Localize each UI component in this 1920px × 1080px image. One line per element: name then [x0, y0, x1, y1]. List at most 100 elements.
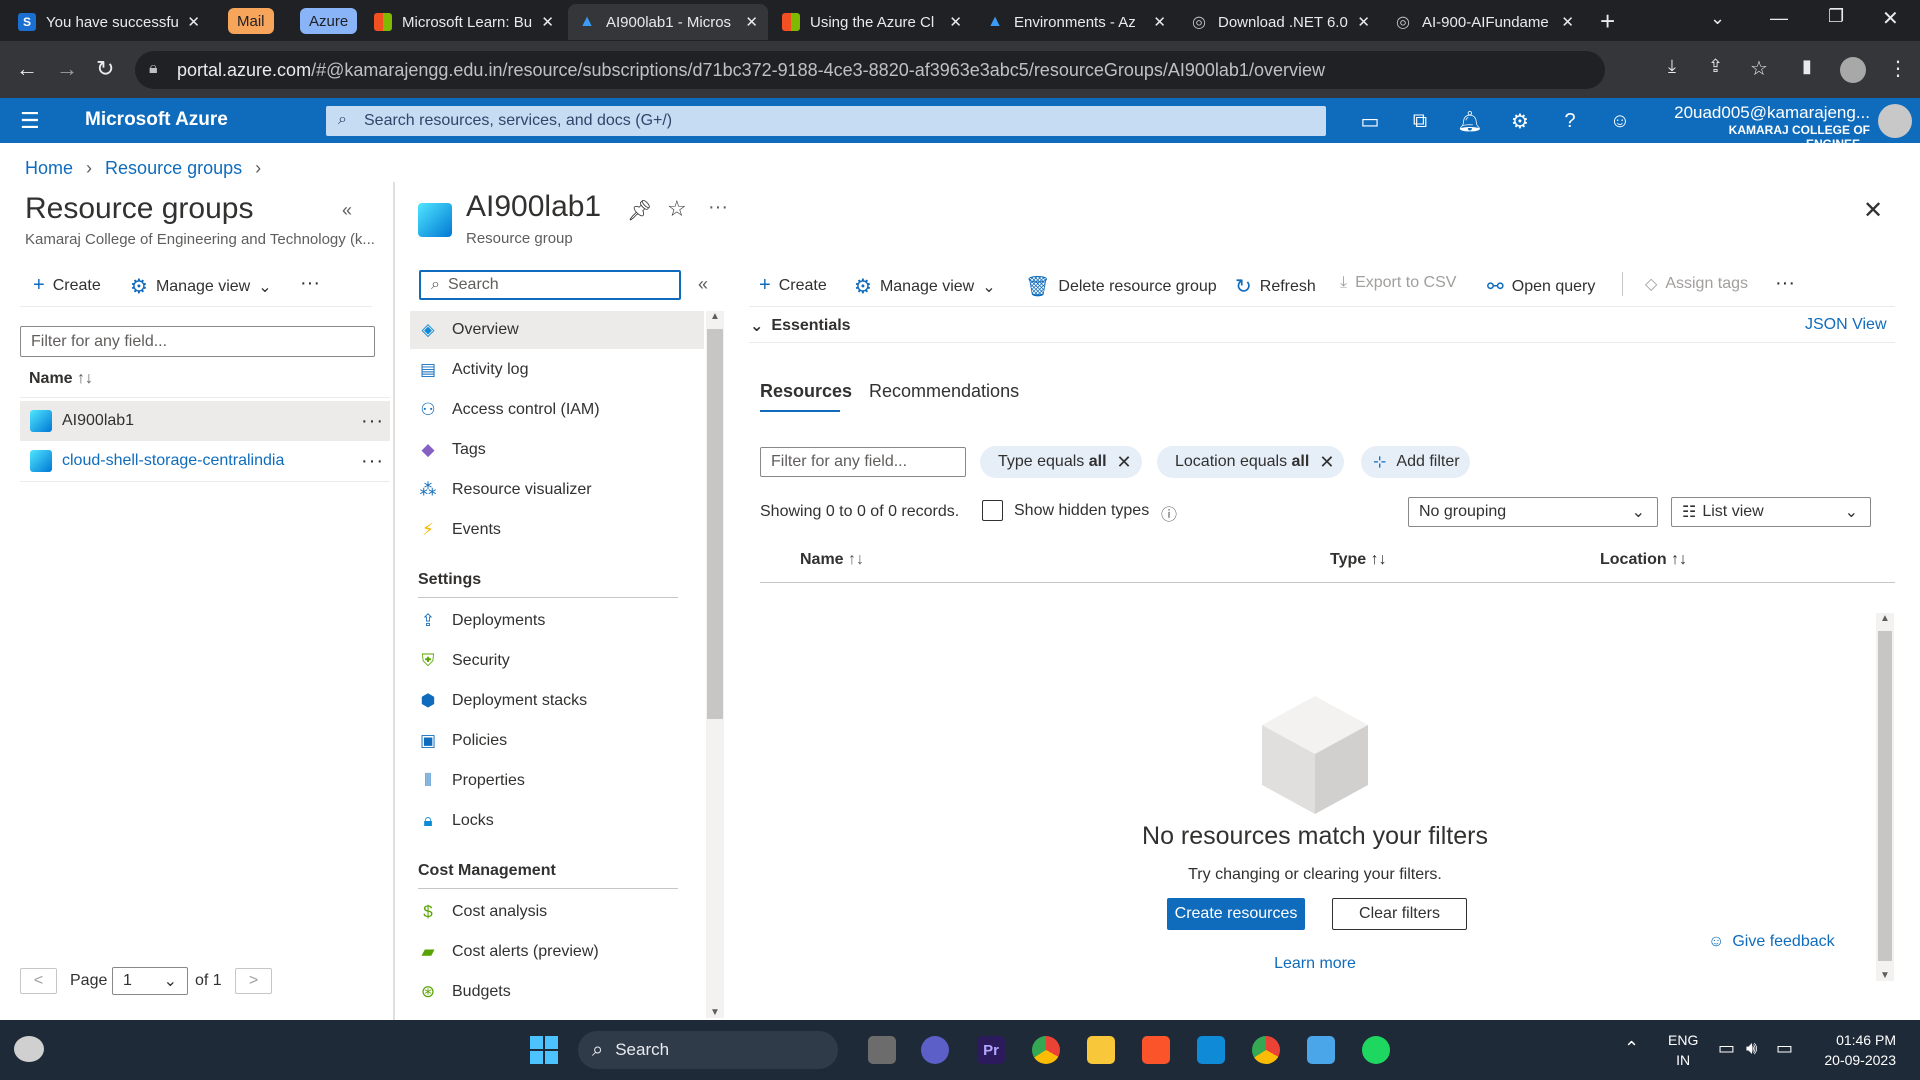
list-item[interactable]: AI900lab1 ··· [20, 401, 390, 441]
close-icon[interactable]: ✕ [1153, 13, 1166, 31]
close-icon[interactable]: ✕ [541, 13, 554, 31]
browser-menu-icon[interactable]: ⋮ [1888, 56, 1908, 81]
menu-item-locks[interactable]: 🔒︎ Locks [418, 802, 680, 840]
browser-tab-active[interactable]: ▲ AI900lab1 - Micros ✕ [568, 4, 768, 40]
spotify-icon[interactable] [1362, 1036, 1390, 1064]
menu-item-access-control[interactable]: ⚇ Access control (IAM) [418, 391, 680, 429]
scroll-down-icon[interactable]: ▼ [706, 1007, 724, 1018]
content-scrollbar[interactable]: ▲ ▼ [1876, 613, 1894, 981]
view-select[interactable]: ☷ List view ⌄ [1671, 497, 1871, 527]
chevron-up-icon[interactable]: ⌃ [1624, 1038, 1639, 1059]
delete-resource-group-button[interactable]: 🗑︎ Delete resource group [1025, 274, 1217, 299]
column-type[interactable]: Type ↑↓ [1330, 551, 1387, 569]
export-csv-button[interactable]: ⤓ Export to CSV [1340, 274, 1456, 292]
tab-resources[interactable]: Resources [760, 381, 852, 402]
scrollbar-thumb[interactable] [707, 329, 723, 719]
show-hidden-checkbox[interactable] [982, 500, 1003, 521]
vscode-icon[interactable] [1197, 1036, 1225, 1064]
task-view-icon[interactable] [868, 1036, 896, 1064]
bookmark-star-icon[interactable]: ☆ [1750, 56, 1768, 81]
toolbar-manage-view-button[interactable]: ⚙ Manage view ⌄ [854, 274, 996, 299]
browser-tab[interactable]: ◎ AI-900-AIFundame ✕ [1384, 4, 1584, 40]
forward-icon[interactable]: → [56, 56, 78, 82]
manage-view-button[interactable]: ⚙ Manage view ⌄ [130, 274, 272, 299]
menu-item-properties[interactable]: ⦀ Properties [418, 762, 680, 800]
close-icon[interactable]: ✕ [1319, 452, 1334, 473]
weather-icon[interactable] [14, 1036, 44, 1062]
page-select[interactable]: 1 ⌄ [112, 967, 188, 995]
menu-item-policies[interactable]: ▣ Policies [418, 722, 680, 760]
menu-item-security[interactable]: ⛨ Security [418, 642, 680, 680]
close-icon[interactable]: ✕ [1561, 13, 1574, 31]
chrome-profile-icon[interactable] [1252, 1036, 1280, 1064]
new-tab-button[interactable]: + [1600, 6, 1615, 37]
menu-scrollbar[interactable]: ▲ ▼ [706, 311, 724, 1018]
menu-item-resource-visualizer[interactable]: ⁂ Resource visualizer [418, 471, 680, 509]
json-view-link[interactable]: JSON View [1805, 316, 1887, 334]
open-query-button[interactable]: ⚯ Open query [1487, 274, 1595, 299]
help-icon[interactable]: ? [1555, 107, 1585, 135]
cloud-shell-icon[interactable]: ▭ [1355, 107, 1385, 135]
assign-tags-button[interactable]: ◇ Assign tags [1645, 274, 1748, 294]
type-filter-pill[interactable]: Type equals all ✕ [980, 446, 1142, 478]
close-icon[interactable]: ✕ [187, 13, 200, 31]
give-feedback-link[interactable]: ☺ Give feedback [1708, 933, 1835, 951]
more-icon[interactable]: ··· [361, 450, 384, 473]
tab-group-azure[interactable]: Azure [300, 8, 358, 34]
menu-item-budgets[interactable]: ⊛ Budgets [418, 973, 680, 1011]
scroll-up-icon[interactable]: ▲ [1876, 613, 1894, 624]
menu-item-events[interactable]: ⚡︎ Events [418, 511, 680, 549]
address-bar[interactable]: 🔒︎ portal.azure.com/#@kamarajengg.edu.in… [135, 51, 1605, 89]
settings-gear-icon[interactable]: ⚙ [1505, 107, 1535, 135]
menu-item-deployment-stacks[interactable]: ⬢ Deployment stacks [418, 682, 680, 720]
file-explorer-icon[interactable] [1087, 1036, 1115, 1064]
browser-tab[interactable]: Using the Azure Cl ✕ [772, 4, 972, 40]
more-icon[interactable]: ··· [361, 410, 384, 433]
essentials-toggle[interactable]: ⌄ Essentials [750, 316, 851, 336]
hamburger-icon[interactable]: ☰ [20, 108, 40, 134]
close-icon[interactable]: ✕ [745, 13, 758, 31]
account-info[interactable]: 20uad005@kamarajeng... KAMARAJ COLLEGE O… [1670, 103, 1870, 151]
prev-page-button[interactable]: < [20, 968, 57, 994]
volume-icon[interactable]: 🔊︎ [1746, 1038, 1757, 1059]
brave-icon[interactable] [1142, 1036, 1170, 1064]
directory-filter-icon[interactable]: ⧉ [1405, 107, 1435, 135]
location-filter-pill[interactable]: Location equals all ✕ [1157, 446, 1345, 478]
notepad-icon[interactable] [1307, 1036, 1335, 1064]
grouping-select[interactable]: No grouping ⌄ [1408, 497, 1658, 527]
clock[interactable]: 01:46 PM 20-09-2023 [1806, 1030, 1896, 1070]
scroll-up-icon[interactable]: ▲ [706, 311, 724, 322]
profile-avatar[interactable] [1840, 57, 1866, 83]
menu-item-cost-alerts[interactable]: ▰ Cost alerts (preview) [418, 933, 680, 971]
clear-filters-button[interactable]: Clear filters [1332, 898, 1467, 930]
portal-brand[interactable]: Microsoft Azure [85, 109, 228, 131]
menu-item-deployments[interactable]: ⇪ Deployments [418, 602, 680, 640]
add-filter-button[interactable]: ⊹ Add filter [1361, 446, 1470, 478]
feedback-icon[interactable]: ☺ [1605, 107, 1635, 135]
network-icon[interactable]: ▭ [1718, 1038, 1735, 1059]
menu-item-overview[interactable]: ◈ Overview [418, 311, 680, 349]
notifications-icon[interactable]: 🔔︎ [1455, 107, 1485, 135]
browser-tab[interactable]: ◎ Download .NET 6.0 ✕ [1180, 4, 1380, 40]
filter-input[interactable]: Filter for any field... [20, 326, 375, 357]
scrollbar-thumb[interactable] [1878, 631, 1892, 961]
avatar[interactable] [1878, 104, 1912, 138]
chrome-icon[interactable] [1032, 1036, 1060, 1064]
list-item[interactable]: cloud-shell-storage-centralindia ··· [20, 441, 390, 481]
resource-filter-input[interactable]: Filter for any field... [760, 447, 966, 477]
more-icon[interactable]: ··· [300, 272, 320, 295]
portal-search-input[interactable]: ⌕ Search resources, services, and docs (… [326, 106, 1326, 136]
column-name[interactable]: Name ↑↓ [800, 551, 864, 569]
next-page-button[interactable]: > [235, 968, 272, 994]
sidepanel-icon[interactable]: ▮ [1802, 56, 1812, 77]
language-indicator[interactable]: ENG IN [1668, 1030, 1698, 1070]
favorite-star-icon[interactable]: ☆ [667, 196, 687, 222]
close-icon[interactable]: ✕ [1357, 13, 1370, 31]
reload-icon[interactable]: ↻ [96, 56, 114, 82]
restore-button[interactable]: ❐ [1828, 6, 1844, 27]
create-resources-button[interactable]: Create resources [1167, 898, 1305, 930]
menu-item-activity-log[interactable]: ▤ Activity log [418, 351, 680, 389]
pin-icon[interactable]: 📌︎ [627, 198, 652, 223]
minimize-button[interactable]: — [1770, 8, 1788, 29]
browser-tab[interactable]: Microsoft Learn: Bu ✕ [364, 4, 564, 40]
